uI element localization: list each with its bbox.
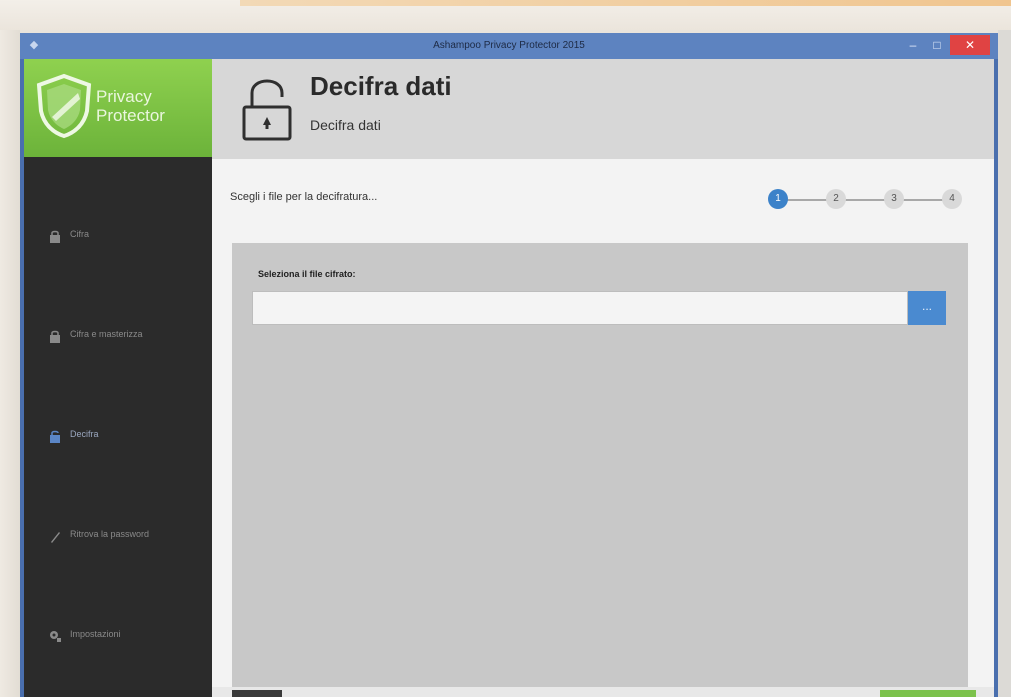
sidebar-item-decifra[interactable]: Decifra bbox=[24, 417, 212, 457]
shield-icon bbox=[36, 73, 92, 139]
step-indicator-1: 1 bbox=[768, 189, 788, 209]
file-selection-panel: Seleziona il file cifrato: ... bbox=[232, 243, 968, 687]
sidebar-item-label: Decifra bbox=[70, 429, 99, 439]
step-indicator-2: 2 bbox=[826, 189, 846, 209]
sidebar-item-label: Ritrova la password bbox=[70, 529, 150, 539]
lock-icon bbox=[50, 230, 60, 243]
minimize-button[interactable]: – bbox=[902, 35, 924, 55]
pen-icon bbox=[51, 532, 60, 543]
sidebar-item-cifra[interactable]: Cifra bbox=[24, 217, 212, 257]
brand-name-line2: Protector bbox=[96, 106, 165, 125]
lock-disc-icon bbox=[50, 330, 60, 343]
back-button[interactable] bbox=[232, 690, 282, 697]
brand-name-line1: Privacy bbox=[96, 87, 152, 106]
close-button[interactable]: ✕ bbox=[950, 35, 990, 55]
wizard-steps: 1 2 3 4 bbox=[768, 189, 968, 211]
page-background-top bbox=[0, 0, 1011, 30]
sidebar-item-label: Cifra e masterizza bbox=[70, 329, 143, 339]
brand-name: Privacy Protector bbox=[96, 87, 208, 125]
browse-button[interactable]: ... bbox=[908, 291, 946, 325]
wizard-content: Scegli i file per la decifratura... 1 2 … bbox=[212, 159, 994, 697]
page-accent-strip bbox=[240, 0, 1011, 6]
brand-logo: Privacy Protector bbox=[24, 59, 212, 157]
sidebar: Privacy Protector Cifra Cifra e masteriz… bbox=[24, 59, 212, 697]
page-header: Decifra dati Decifra dati bbox=[212, 59, 994, 159]
sidebar-item-impostazioni[interactable]: Impostazioni bbox=[24, 617, 212, 657]
page-subtitle: Decifra dati bbox=[310, 117, 381, 133]
page-background-left bbox=[0, 30, 20, 697]
file-input-label: Seleziona il file cifrato: bbox=[258, 269, 356, 279]
title-bar[interactable]: ◆ Ashampoo Privacy Protector 2015 – □ ✕ bbox=[20, 33, 998, 59]
page-background-right bbox=[998, 30, 1011, 697]
app-window: ◆ Ashampoo Privacy Protector 2015 – □ ✕ … bbox=[20, 33, 998, 697]
sidebar-item-label: Cifra bbox=[70, 229, 90, 239]
unlock-icon bbox=[242, 79, 292, 141]
step-indicator-3: 3 bbox=[884, 189, 904, 209]
main-panel: Decifra dati Decifra dati Scegli i file … bbox=[212, 59, 994, 697]
wizard-instruction: Scegli i file per la decifratura... bbox=[230, 191, 378, 203]
sidebar-item-label: Impostazioni bbox=[70, 629, 121, 639]
steps-connector bbox=[778, 199, 958, 201]
window-client-area: Privacy Protector Cifra Cifra e masteriz… bbox=[24, 59, 994, 697]
window-title: Ashampoo Privacy Protector 2015 bbox=[433, 40, 585, 51]
unlock-icon bbox=[50, 430, 60, 443]
next-button[interactable] bbox=[880, 690, 976, 697]
sidebar-item-ritrova-password[interactable]: Ritrova la password bbox=[24, 517, 212, 557]
encrypted-file-input[interactable] bbox=[252, 291, 908, 325]
gear-icon bbox=[50, 631, 61, 642]
maximize-button[interactable]: □ bbox=[926, 35, 948, 55]
bottom-bar bbox=[212, 687, 994, 697]
page-title: Decifra dati bbox=[310, 71, 452, 101]
sidebar-item-cifra-masterizza[interactable]: Cifra e masterizza bbox=[24, 317, 212, 357]
step-indicator-4: 4 bbox=[942, 189, 962, 209]
